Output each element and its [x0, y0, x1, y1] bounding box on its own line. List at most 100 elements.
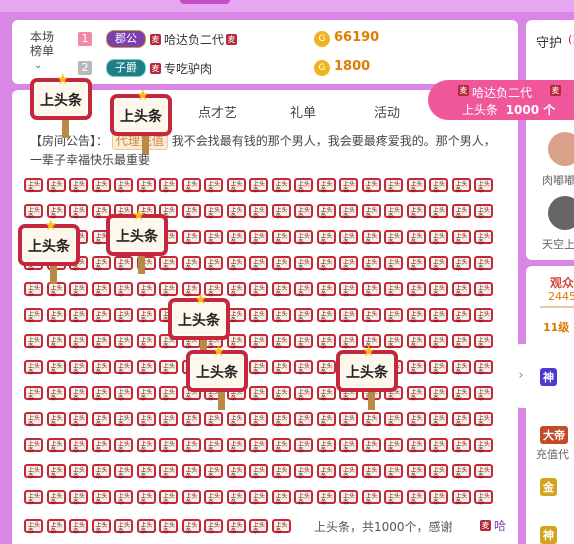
small-sign-text: 上头条	[410, 493, 423, 506]
small-sign-text: 上头条	[28, 311, 41, 324]
noble-title-badge: 郡公	[106, 30, 146, 48]
guard-title[interactable]: 守护	[536, 32, 562, 51]
small-sign-text: 上头条	[410, 285, 423, 298]
small-headline-sign: 上头条	[406, 204, 426, 220]
small-headline-sign: 上头条	[226, 256, 246, 272]
small-headline-sign: 上头条	[91, 386, 111, 402]
small-headline-sign: 上头条	[451, 438, 471, 454]
small-sign-text: 上头条	[185, 493, 198, 506]
small-sign-text: 上头条	[320, 493, 333, 506]
tab-activity[interactable]: 活动	[374, 102, 400, 121]
small-headline-sign: 上头条	[384, 334, 403, 350]
tab-gift-list[interactable]: 礼单	[290, 102, 316, 121]
small-sign-text: 上头条	[50, 311, 63, 324]
small-headline-sign: 上头条	[24, 282, 43, 298]
audience-title[interactable]: 观众	[550, 274, 574, 291]
small-headline-sign: 上头条	[46, 464, 66, 480]
vip-icon: 麦	[480, 520, 491, 531]
small-sign-text: 上头条	[365, 259, 378, 272]
star-icon: ★	[44, 216, 58, 234]
small-headline-sign: 上头条	[474, 204, 493, 220]
rank-row[interactable]: 1 郡公 麦 哈达负二代 麦	[78, 29, 240, 49]
small-headline-sign: 上头条	[204, 438, 223, 454]
small-sign-text: 上头条	[455, 233, 468, 246]
tab-talent[interactable]: 点才艺	[198, 102, 237, 121]
small-headline-sign: 上头条	[429, 360, 448, 376]
small-headline-sign: 上头条	[159, 386, 178, 402]
small-headline-sign: 上头条	[91, 334, 111, 350]
small-sign-text: 上头条	[343, 415, 356, 428]
rank-username[interactable]: 哈达负二代	[164, 31, 224, 48]
small-headline-sign: 上头条	[159, 256, 178, 272]
small-sign-text: 上头条	[28, 415, 41, 428]
sign-gift-area: 上头条 上头条 上头条 上头条 上头条 上头条 上头条 上头条 上头条 上头条 上头条 上头条 上头条上…	[24, 176, 506, 516]
small-headline-sign: 上头条	[384, 282, 403, 298]
avatar[interactable]	[548, 196, 574, 230]
small-sign-text: 上头条	[230, 233, 243, 246]
small-sign-text: 上头条	[50, 285, 63, 298]
small-headline-sign: 上头条	[114, 282, 133, 298]
small-sign-text: 上头条	[320, 467, 333, 480]
room-notice: 【房间公告】： 代理充值 我不会找最有钱的那个男人，我会要最疼爱我的。那个男人，…	[30, 132, 500, 170]
headline-sign: ★ 上头条	[168, 290, 230, 358]
small-headline-sign: 上头条	[46, 360, 66, 376]
small-headline-sign: 上头条	[474, 360, 493, 376]
small-sign-text: 上头条	[410, 441, 423, 454]
chat-panel: 点才艺 礼单 活动 【房间公告】： 代理充值 我不会找最有钱的那个男人，我会要最…	[12, 90, 518, 544]
small-headline-sign: 上头条	[451, 204, 471, 220]
small-sign-text: 上头条	[388, 493, 401, 506]
rank-board-label[interactable]: 本场 榜单	[26, 30, 58, 58]
small-sign-text: 上头条	[343, 311, 356, 324]
small-sign-text: 上头条	[433, 441, 446, 454]
headline-banner[interactable]: 麦 哈达负二代 麦 上头条 1000 个	[428, 80, 574, 120]
small-sign-text: 上头条	[253, 493, 266, 506]
small-sign-text: 上头条	[298, 441, 311, 454]
small-headline-sign: 上头条	[204, 490, 223, 506]
small-headline-sign: 上头条	[361, 230, 381, 246]
small-headline-sign: 上头条	[429, 230, 448, 246]
small-sign-text: 上头条	[275, 467, 288, 480]
small-sign-text: 上头条	[275, 389, 288, 402]
small-headline-sign: 上头条	[474, 256, 493, 272]
rank-username[interactable]: 专吃驴肉	[164, 60, 212, 77]
small-headline-sign: 上头条	[271, 386, 291, 402]
small-sign-text: 上头条	[343, 467, 356, 480]
avatar[interactable]	[548, 132, 574, 166]
small-headline-sign: 上头条	[406, 230, 426, 246]
small-headline-sign: 上头条	[91, 282, 111, 298]
headline-count-label: 上头条	[462, 103, 499, 117]
small-headline-sign: 上头条	[136, 519, 156, 535]
small-sign-text: 上头条	[388, 337, 401, 350]
small-sign-text: 上头条	[253, 415, 266, 428]
small-headline-sign: 上头条	[339, 178, 358, 194]
small-sign-text: 上头条	[118, 337, 131, 350]
chevron-right-icon[interactable]: ›	[514, 344, 528, 408]
small-sign-text: 上头条	[28, 522, 41, 535]
small-sign-text: 上头条	[410, 337, 423, 350]
small-sign-text: 上头条	[50, 181, 63, 194]
small-sign-text: 上头条	[365, 415, 378, 428]
small-headline-sign: 上头条	[226, 438, 246, 454]
small-sign-text: 上头条	[388, 467, 401, 480]
small-sign-text: 上头条	[343, 441, 356, 454]
small-sign-text: 上头条	[455, 389, 468, 402]
small-headline-sign: 上头条	[249, 464, 268, 480]
small-headline-sign: 上头条	[204, 178, 223, 194]
small-sign-text: 上头条	[298, 259, 311, 272]
small-sign-text: 上头条	[343, 181, 356, 194]
gift-summary-line: 上头条，共1000个，感谢 麦 哈 上头条 上头条 上头条 上头条 上头条 上头条 上头条上…	[24, 516, 518, 536]
small-headline-sign: 上头条	[339, 230, 358, 246]
chevron-down-icon[interactable]: ⌄	[34, 60, 42, 71]
small-sign-text: 上头条	[118, 441, 131, 454]
small-sign-text: 上头条	[433, 311, 446, 324]
small-headline-sign: 上头条	[339, 204, 358, 220]
small-headline-sign: 上头条	[46, 334, 66, 350]
small-sign-text: 上头条	[50, 522, 63, 535]
gift-summary-user[interactable]: 哈	[494, 517, 506, 534]
small-sign-text: 上头条	[253, 311, 266, 324]
small-sign-text: 上头条	[163, 415, 176, 428]
small-sign-text: 上头条	[275, 337, 288, 350]
small-headline-sign: 上头条	[361, 256, 381, 272]
small-headline-sign: 上头条	[249, 412, 268, 428]
rank-row[interactable]: 2 子爵 麦 专吃驴肉	[78, 58, 212, 78]
